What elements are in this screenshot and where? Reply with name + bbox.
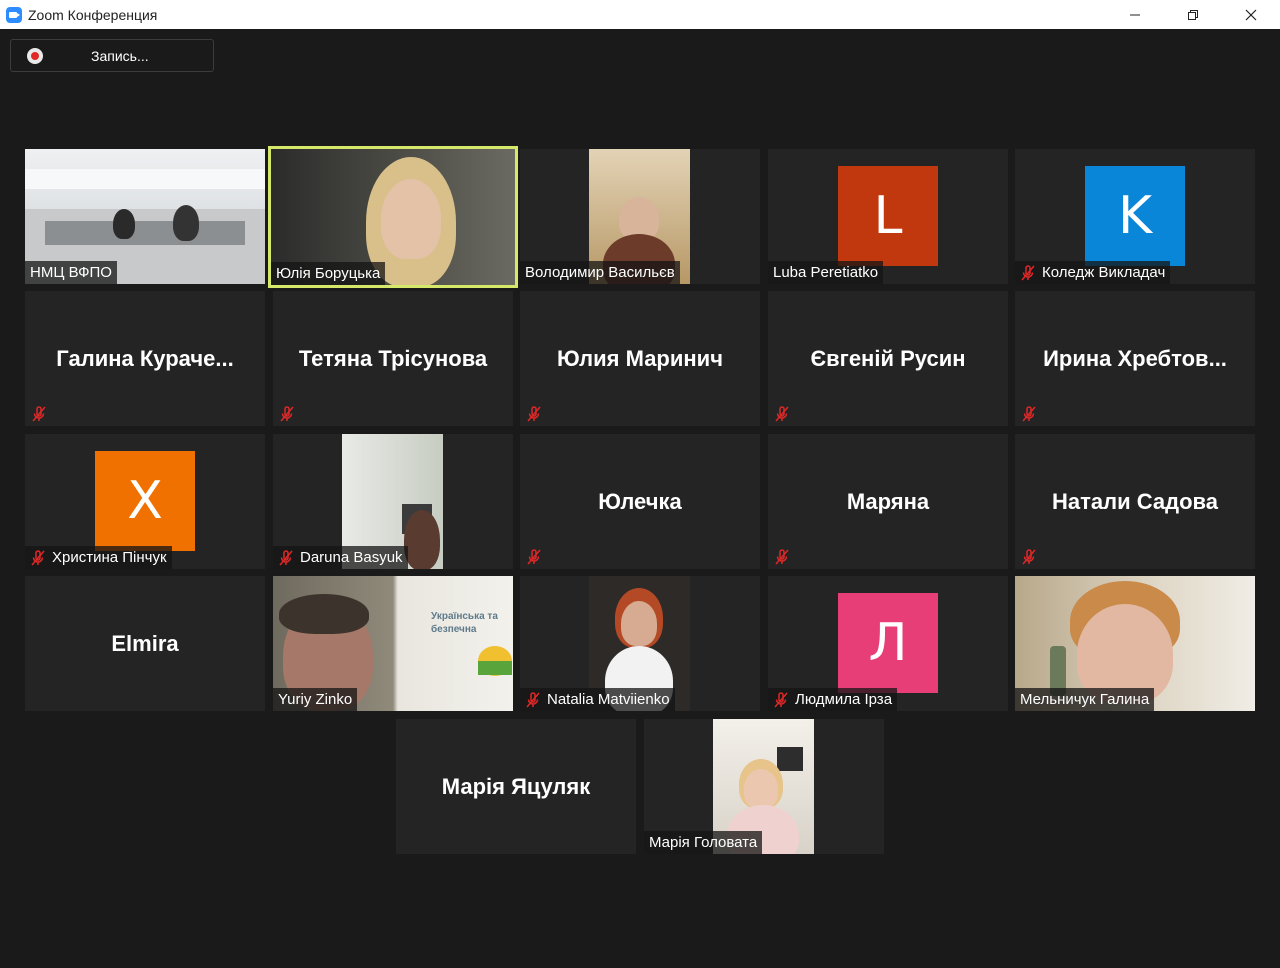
- participant-name-label: Юлія Боруцька: [271, 262, 386, 285]
- participant-gallery: НМЦ ВФПО Юлія Боруцька Володимир Васильє…: [0, 0, 1280, 968]
- participant-tile[interactable]: Юлечка: [520, 434, 760, 569]
- participant-name: Натали Садова: [1051, 488, 1218, 514]
- mic-muted-icon: [527, 549, 541, 565]
- participant-tile[interactable]: НМЦ ВФПО: [25, 149, 265, 284]
- participant-name: Галина Кураче...: [56, 345, 234, 371]
- mic-muted-icon: [31, 549, 45, 565]
- participant-name-label: Yuriy Zinko: [273, 688, 358, 711]
- mic-muted-icon: [1022, 549, 1036, 565]
- participant-tile[interactable]: Daruna Basyuk: [273, 434, 513, 569]
- participant-name: Ирина Хребтов...: [1043, 345, 1227, 371]
- participant-name-label: Людмила Ірза: [768, 688, 898, 711]
- participant-tile[interactable]: Євгеній Русин: [768, 291, 1008, 426]
- participant-tile[interactable]: K Коледж Викладач: [1015, 149, 1255, 284]
- mic-muted-icon: [280, 406, 294, 422]
- avatar: X: [95, 451, 195, 551]
- mic-muted-icon: [1021, 264, 1035, 280]
- participant-name-label: Natalia Matviienko: [520, 688, 675, 711]
- participant-tile-active-speaker[interactable]: Юлія Боруцька: [268, 146, 518, 288]
- participant-name: Тетяна Трісунова: [298, 345, 488, 371]
- participant-tile[interactable]: Тетяна Трісунова: [273, 291, 513, 426]
- participant-tile[interactable]: Марія Головата: [644, 719, 884, 854]
- participant-name: Юлечка: [598, 488, 682, 514]
- banner-text: Українська та безпечна: [431, 611, 498, 635]
- mic-muted-icon: [1022, 406, 1036, 422]
- mic-muted-icon: [774, 691, 788, 707]
- participant-name: Євгеній Русин: [810, 345, 966, 371]
- participant-name-label: Мельничук Галина: [1015, 688, 1155, 711]
- participant-name: Юлия Маринич: [557, 345, 723, 371]
- participant-tile[interactable]: Маряна: [768, 434, 1008, 569]
- mic-muted-icon: [526, 691, 540, 707]
- participant-tile[interactable]: Галина Кураче...: [25, 291, 265, 426]
- participant-name-label: Марія Головата: [644, 831, 763, 854]
- participant-name: Elmira: [111, 630, 179, 656]
- participant-name: Марія Яцуляк: [441, 773, 591, 799]
- mic-muted-icon: [279, 549, 293, 565]
- avatar: Л: [838, 593, 938, 693]
- mic-muted-icon: [775, 406, 789, 422]
- participant-tile[interactable]: Л Людмила Ірза: [768, 576, 1008, 711]
- participant-tile[interactable]: Володимир Васильєв: [520, 149, 760, 284]
- mic-muted-icon: [32, 406, 46, 422]
- avatar: L: [838, 166, 938, 266]
- participant-name-label: Luba Peretiatko: [768, 261, 884, 284]
- participant-name-label: Христина Пінчук: [25, 546, 172, 569]
- participant-name-label: НМЦ ВФПО: [25, 261, 117, 284]
- participant-name-label: Володимир Васильєв: [520, 261, 680, 284]
- participant-tile[interactable]: Elmira: [25, 576, 265, 711]
- avatar: K: [1085, 166, 1185, 266]
- participant-name-label: Коледж Викладач: [1015, 261, 1171, 284]
- participant-tile[interactable]: Марія Яцуляк: [396, 719, 636, 854]
- participant-tile[interactable]: Natalia Matviienko: [520, 576, 760, 711]
- participant-tile[interactable]: Юлия Маринич: [520, 291, 760, 426]
- participant-tile[interactable]: Натали Садова: [1015, 434, 1255, 569]
- mic-muted-icon: [527, 406, 541, 422]
- participant-tile[interactable]: Українська та безпечна Yuriy Zinko: [273, 576, 513, 711]
- participant-tile[interactable]: L Luba Peretiatko: [768, 149, 1008, 284]
- participant-tile[interactable]: Мельничук Галина: [1015, 576, 1255, 711]
- mic-muted-icon: [775, 549, 789, 565]
- participant-name: Маряна: [846, 488, 930, 514]
- participant-tile[interactable]: X Христина Пінчук: [25, 434, 265, 569]
- participant-name-label: Daruna Basyuk: [273, 546, 408, 569]
- participant-tile[interactable]: Ирина Хребтов...: [1015, 291, 1255, 426]
